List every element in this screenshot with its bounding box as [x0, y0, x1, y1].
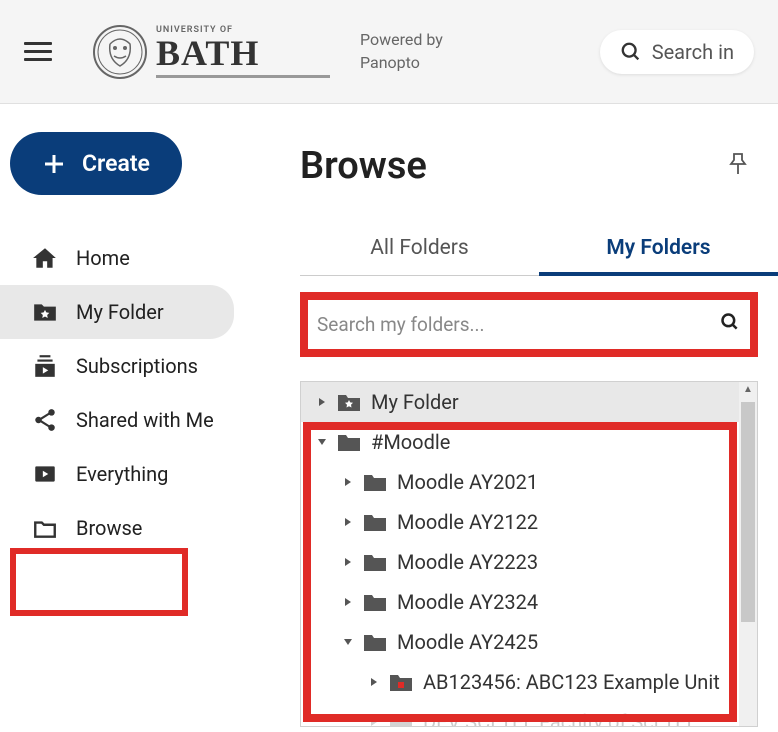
sidebar-item-everything[interactable]: Everything [0, 447, 234, 501]
tree-item-label: AB123456: ABC123 Example Unit [423, 670, 720, 694]
tree-item-label: Moodle AY2122 [397, 510, 538, 534]
scroll-up-icon[interactable]: ▲ [741, 384, 755, 398]
global-search[interactable]: Search in [600, 30, 754, 74]
create-button[interactable]: Create [10, 132, 182, 195]
subscriptions-icon [32, 353, 58, 379]
tree-item[interactable]: Moodle AY2425 [301, 622, 757, 662]
tabs: All Folders My Folders [300, 224, 778, 276]
logo-bath-text: BATH [156, 35, 330, 71]
share-icon [32, 407, 58, 433]
pin-icon[interactable] [728, 152, 748, 176]
sidebar-item-browse[interactable]: Browse [0, 501, 234, 555]
sidebar-item-label: Subscriptions [76, 354, 198, 378]
sidebar-item-label: Home [76, 246, 130, 270]
sidebar-item-label: Browse [76, 516, 142, 540]
powered-by: Powered by Panopto [360, 29, 443, 74]
plus-icon [42, 152, 66, 176]
tree-item[interactable]: Moodle AY2223 [301, 542, 757, 582]
scrollbar[interactable]: ▲ [739, 382, 757, 726]
tree-item-label: Moodle AY2324 [397, 590, 538, 614]
sidebar-item-label: Everything [76, 462, 168, 486]
caret-right-icon[interactable] [341, 555, 355, 569]
tree-item-label: #Moodle [371, 430, 450, 454]
tree-item-label: Moodle AY2021 [397, 470, 538, 494]
folder-icon [337, 432, 361, 452]
annotation-highlight [10, 548, 188, 616]
search-icon[interactable] [720, 312, 740, 332]
tree-item[interactable]: AB123456: ABC123 Example Unit [301, 662, 757, 702]
tab-all-folders[interactable]: All Folders [300, 224, 539, 275]
browse-icon [32, 515, 58, 541]
everything-icon [32, 461, 58, 487]
tree-item[interactable]: Moodle AY2324 [301, 582, 757, 622]
create-label: Create [82, 150, 150, 177]
folder-tree: ▲ My Folder #Moodle Moodle AY2021 Moodle AY… [300, 381, 758, 727]
folder-icon [363, 552, 387, 572]
logo[interactable]: UNIVERSITY OF BATH [92, 24, 330, 80]
folder-icon [363, 632, 387, 652]
folder-icon [363, 512, 387, 532]
sidebar-item-home[interactable]: Home [0, 231, 234, 285]
tree-item[interactable]: #Moodle [301, 422, 757, 462]
sidebar-item-subscriptions[interactable]: Subscriptions [0, 339, 234, 393]
main-content: Browse All Folders My Folders ▲ My Folde… [300, 104, 778, 727]
header: UNIVERSITY OF BATH Powered by Panopto Se… [0, 0, 778, 104]
caret-right-icon[interactable] [341, 595, 355, 609]
search-input[interactable] [300, 298, 758, 351]
sidebar-item-my-folder[interactable]: My Folder [0, 285, 234, 339]
folder-icon [363, 592, 387, 612]
tree-item[interactable]: DEV SCI TEL Faculty of Sci TEL [301, 702, 757, 727]
folder-icon [363, 472, 387, 492]
star-folder-icon [32, 299, 58, 325]
tree-item-label: My Folder [371, 390, 459, 414]
caret-down-icon[interactable] [315, 435, 329, 449]
page-title: Browse [300, 144, 778, 188]
menu-icon[interactable] [24, 37, 52, 66]
caret-right-icon[interactable] [367, 715, 381, 727]
star-folder-icon [337, 392, 361, 412]
tree-item[interactable]: Moodle AY2122 [301, 502, 757, 542]
tree-item-label: Moodle AY2223 [397, 550, 538, 574]
caret-right-icon[interactable] [341, 515, 355, 529]
folder-icon [389, 712, 413, 727]
sidebar: Create Home My Folder Subscriptions Shar… [0, 104, 248, 555]
home-icon [32, 245, 58, 271]
tree-item[interactable]: My Folder [301, 382, 757, 422]
bath-crest-icon [92, 24, 148, 80]
tree-item[interactable]: Moodle AY2021 [301, 462, 757, 502]
red-folder-icon [389, 672, 413, 692]
caret-right-icon[interactable] [341, 475, 355, 489]
caret-right-icon[interactable] [315, 395, 329, 409]
search-icon [620, 41, 642, 63]
sidebar-item-label: My Folder [76, 300, 164, 324]
tree-item-label: Moodle AY2425 [397, 630, 538, 654]
caret-down-icon[interactable] [341, 635, 355, 649]
scroll-thumb[interactable] [741, 402, 755, 622]
sidebar-item-shared[interactable]: Shared with Me [0, 393, 234, 447]
sidebar-item-label: Shared with Me [76, 408, 214, 432]
caret-right-icon[interactable] [367, 675, 381, 689]
search-label: Search in [652, 40, 734, 64]
tree-item-label: DEV SCI TEL Faculty of Sci TEL [423, 710, 697, 727]
tab-my-folders[interactable]: My Folders [539, 224, 778, 276]
